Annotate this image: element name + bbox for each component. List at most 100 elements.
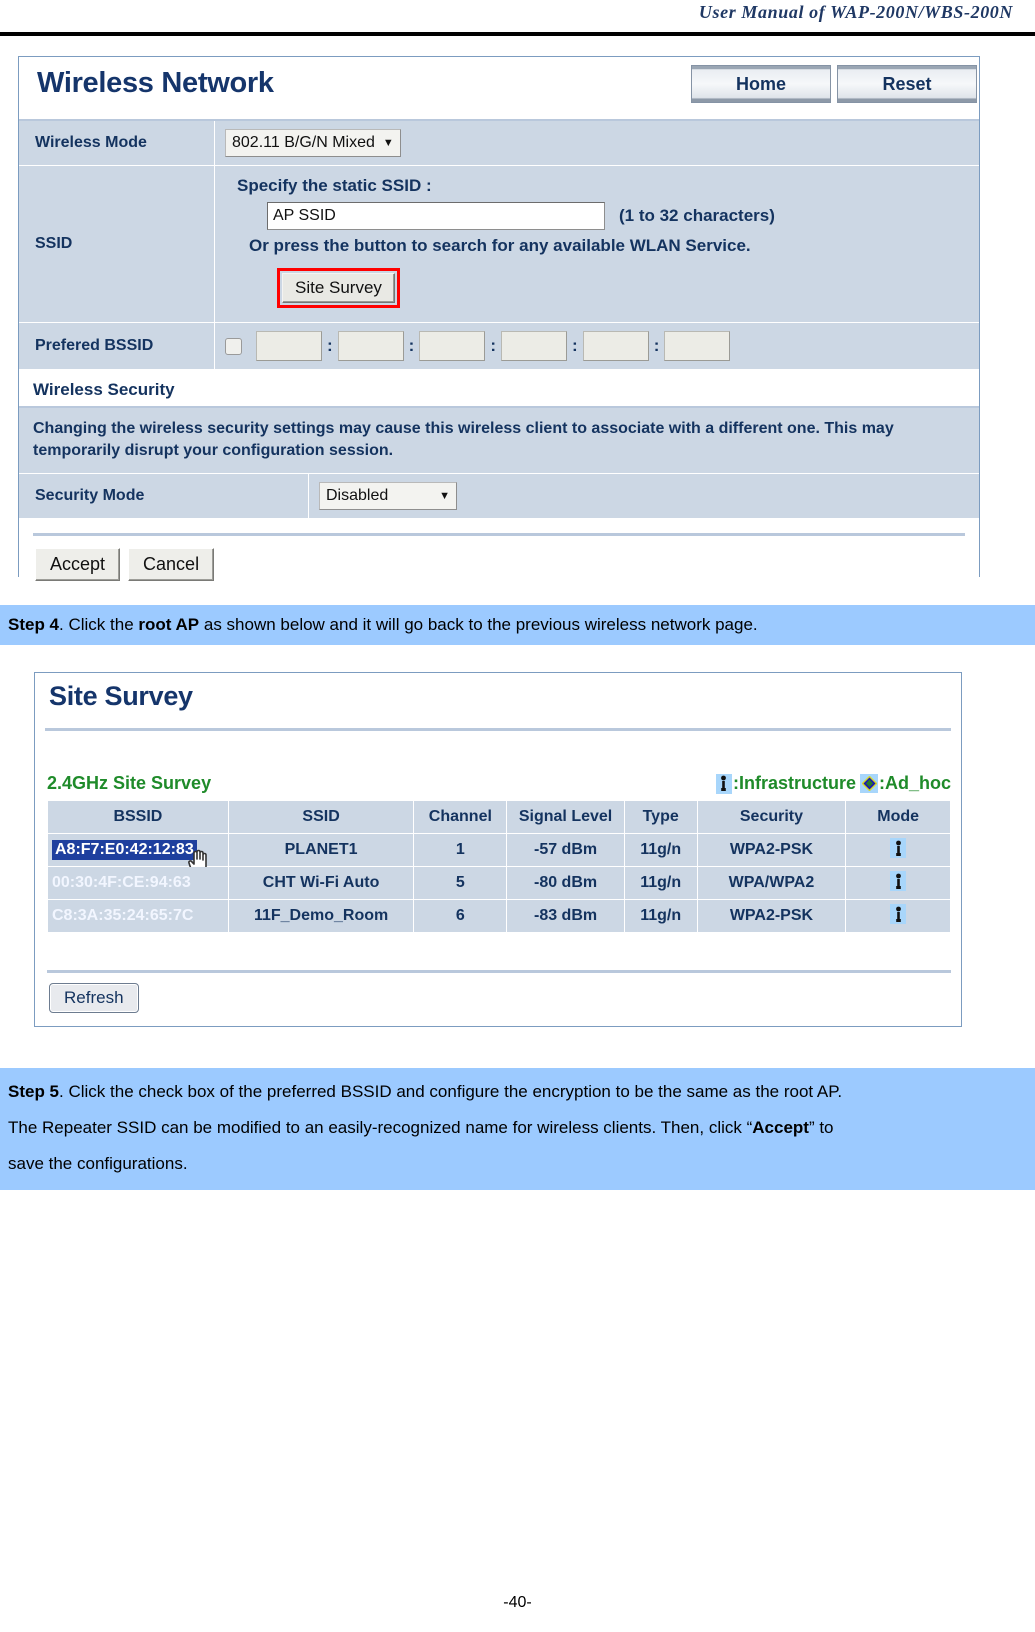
cell-security: WPA2-PSK — [696, 833, 847, 867]
infrastructure-icon — [890, 871, 907, 892]
bssid-link-selected[interactable]: A8:F7:E0:42:12:83 — [52, 840, 197, 860]
cell-bssid[interactable]: A8:F7:E0:42:12:83 — [47, 833, 229, 877]
cell-mode — [845, 899, 951, 933]
step-5-line-2: The Repeater SSID can be modified to an … — [8, 1110, 1027, 1146]
bssid-octet-2[interactable] — [337, 331, 404, 361]
bssid-separator-1: : — [327, 336, 333, 355]
cancel-button[interactable]: Cancel — [128, 548, 215, 582]
bssid-octet-6[interactable] — [664, 331, 731, 361]
titlebar-buttons: Home Reset — [691, 65, 977, 103]
cell-channel: 1 — [413, 833, 508, 867]
table-row[interactable]: A8:F7:E0:42:12:83 PLANET1 1 -57 dBm 11g/… — [47, 833, 951, 877]
legend-infrastructure-label: :Infrastructure — [732, 773, 856, 793]
bssid-octet-1[interactable] — [256, 331, 322, 361]
column-mode: Mode — [845, 800, 951, 834]
cell-security: WPA2-PSK — [696, 899, 847, 933]
bssid-separator-2: : — [408, 336, 415, 355]
infrastructure-icon — [890, 904, 907, 925]
cell-signal-level: -80 dBm — [506, 866, 625, 900]
ssid-or-text: Or press the button to search for any av… — [249, 236, 751, 255]
step-5-line2-text-b: ” to — [808, 1118, 834, 1137]
adhoc-icon — [860, 774, 878, 793]
table-row[interactable]: C8:3A:35:24:65:7C 11F_Demo_Room 6 -83 dB… — [47, 899, 951, 933]
document-header-title: User Manual of WAP-200N/WBS-200N — [698, 2, 1013, 22]
site-survey-panel: Site Survey 2.4GHz Site Survey :Infrastr… — [34, 672, 962, 1027]
cell-channel: 6 — [413, 899, 508, 933]
bssid-link[interactable]: 00:30:4F:CE:94:63 — [52, 874, 191, 891]
site-survey-table: BSSID SSID Channel Signal Level Type Sec… — [47, 800, 951, 933]
ssid-specify-text: Specify the static SSID : — [237, 176, 432, 195]
cell-type: 11g/n — [623, 866, 698, 900]
step-4-prefix: Step 4 — [8, 615, 60, 634]
ssid-input[interactable] — [267, 202, 605, 230]
site-survey-footer-divider — [47, 970, 951, 973]
legend-adhoc: :Ad_hoc — [860, 773, 951, 794]
column-signal-level: Signal Level — [506, 800, 625, 834]
prefered-bssid-field: : : : : : — [215, 323, 979, 369]
site-survey-legend: :Infrastructure :Ad_hoc — [715, 773, 951, 794]
prefered-bssid-label: Prefered BSSID — [19, 323, 215, 369]
cell-security: WPA/WPA2 — [696, 866, 847, 900]
bssid-link[interactable]: C8:3A:35:24:65:7C — [52, 907, 193, 924]
step-4-bold: root AP — [138, 615, 200, 634]
security-notice: Changing the wireless security settings … — [19, 408, 979, 475]
step-4-text-a: . Click the — [59, 615, 139, 634]
home-button[interactable]: Home — [691, 65, 831, 103]
table-header-row: BSSID SSID Channel Signal Level Type Sec… — [47, 800, 951, 834]
bssid-octet-3[interactable] — [419, 331, 486, 361]
column-type: Type — [623, 800, 698, 834]
cell-ssid: CHT Wi-Fi Auto — [227, 866, 415, 900]
security-mode-field: Disabled ▼ — [309, 474, 979, 518]
step-5-line2-text-a: The Repeater SSID can be modified to an … — [8, 1118, 753, 1137]
step-5-banner: Step 5. Click the check box of the prefe… — [0, 1068, 1035, 1190]
cell-mode — [845, 866, 951, 900]
step-5-line-3: save the configurations. — [8, 1154, 188, 1173]
bssid-separator-5: : — [653, 336, 660, 355]
site-survey-subheader: 2.4GHz Site Survey :Infrastructure:Ad_h… — [47, 773, 951, 794]
site-survey-subtitle: 2.4GHz Site Survey — [47, 773, 212, 793]
bssid-octet-4[interactable] — [501, 331, 568, 361]
reset-button[interactable]: Reset — [837, 65, 977, 103]
wireless-network-titlebar: Wireless Network Home Reset — [19, 57, 979, 121]
step-4-text-b: as shown below and it will go back to th… — [199, 615, 758, 634]
cell-ssid: 11F_Demo_Room — [227, 899, 415, 933]
ssid-input-group: (1 to 32 characters) — [267, 202, 969, 230]
legend-adhoc-label: :Ad_hoc — [879, 773, 951, 793]
document-header: User Manual of WAP-200N/WBS-200N — [0, 0, 1035, 36]
ssid-row: SSID Specify the static SSID : (1 to 32 … — [19, 166, 979, 323]
cell-bssid[interactable]: C8:3A:35:24:65:7C — [47, 899, 229, 933]
wireless-mode-row: Wireless Mode 802.11 B/G/N Mixed ▼ — [19, 121, 979, 166]
prefered-bssid-row: Prefered BSSID : : : : : — [19, 323, 979, 370]
chevron-down-icon: ▼ — [439, 490, 450, 503]
security-mode-value: Disabled — [326, 487, 389, 505]
table-row[interactable]: 00:30:4F:CE:94:63 CHT Wi-Fi Auto 5 -80 d… — [47, 866, 951, 900]
page-title: Wireless Network — [37, 67, 274, 99]
chevron-down-icon: ▼ — [382, 137, 394, 149]
legend-infrastructure: :Infrastructure — [715, 773, 856, 794]
step-5-prefix: Step 5 — [8, 1082, 60, 1101]
manual-page: User Manual of WAP-200N/WBS-200N Wireles… — [0, 0, 1035, 1632]
site-survey-button[interactable]: Site Survey — [282, 273, 395, 303]
cell-mode — [845, 833, 951, 867]
bssid-separator-3: : — [490, 336, 497, 355]
cell-channel: 5 — [413, 866, 508, 900]
page-number: -40- — [503, 1594, 532, 1611]
column-bssid: BSSID — [47, 800, 229, 834]
site-survey-divider — [45, 728, 951, 731]
infrastructure-icon — [890, 838, 907, 859]
bssid-octet-5[interactable] — [582, 331, 649, 361]
prefered-bssid-checkbox[interactable] — [225, 337, 242, 355]
accept-button[interactable]: Accept — [35, 548, 121, 582]
wireless-mode-label: Wireless Mode — [19, 121, 215, 165]
security-mode-row: Security Mode Disabled ▼ — [19, 474, 979, 520]
security-mode-select[interactable]: Disabled ▼ — [319, 482, 457, 511]
form-actions: Accept Cancel — [19, 536, 979, 582]
bssid-octet-group: : : : : : — [225, 331, 731, 361]
refresh-button[interactable]: Refresh — [49, 983, 139, 1013]
site-survey-highlight: Site Survey — [277, 268, 400, 308]
wireless-mode-select[interactable]: 802.11 B/G/N Mixed ▼ — [225, 129, 401, 157]
cell-bssid[interactable]: 00:30:4F:CE:94:63 — [47, 866, 229, 900]
step-4-banner: Step 4. Click the root AP as shown below… — [0, 605, 1035, 645]
cell-type: 11g/n — [623, 899, 698, 933]
wireless-mode-field: 802.11 B/G/N Mixed ▼ — [215, 121, 979, 165]
